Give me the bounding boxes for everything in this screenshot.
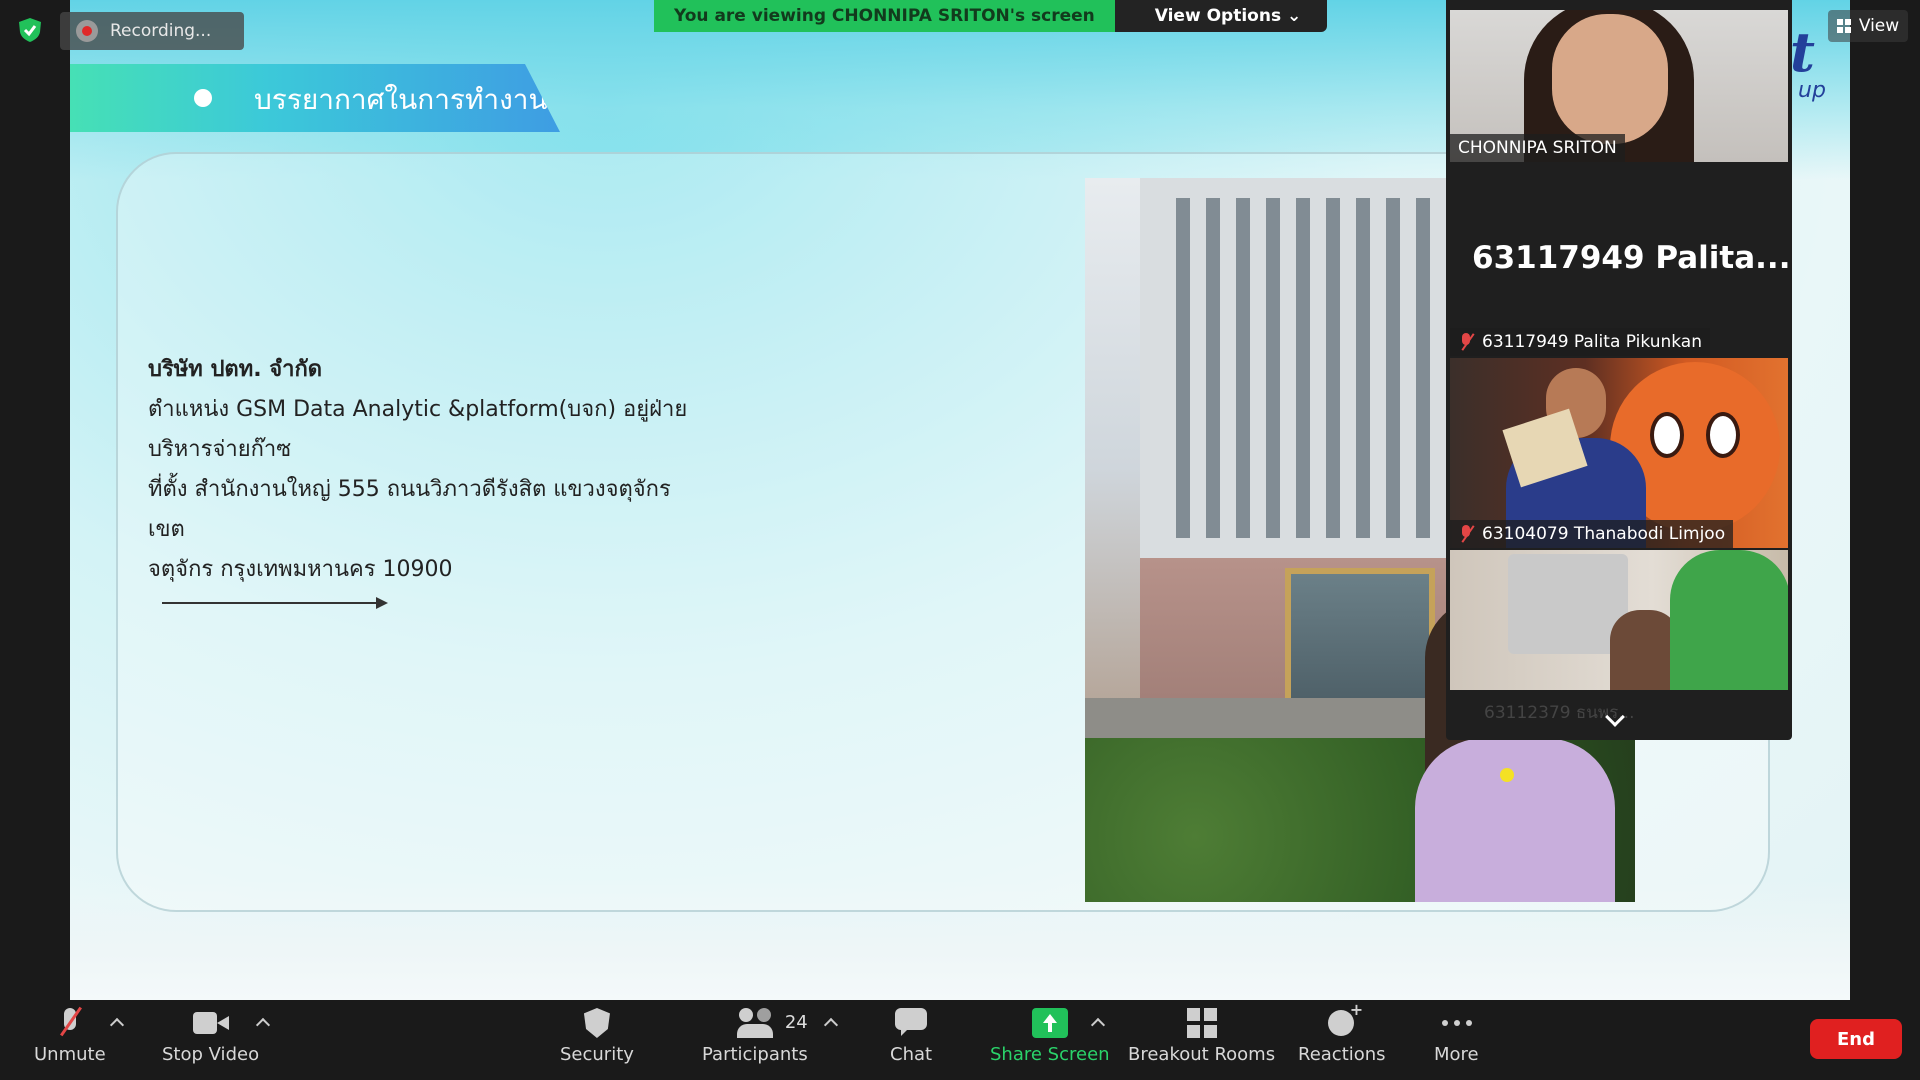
participant-display-name: 63117949 Palita... [1472, 240, 1788, 276]
more-dots-icon [1438, 1008, 1474, 1038]
company-name: บริษัท ปตท. จำกัด [148, 357, 323, 382]
participant-name: 63104079 Thanabodi Limjoo [1450, 520, 1734, 548]
end-meeting-button[interactable]: End [1810, 1019, 1902, 1059]
arrow-line [162, 602, 378, 604]
position-line-2: บริหารจ่ายก๊าซ [148, 437, 292, 462]
mic-muted-icon [52, 1008, 88, 1038]
participants-options-caret-icon[interactable] [823, 1017, 839, 1033]
share-screen-icon [1031, 1008, 1068, 1038]
security-button[interactable]: Security [560, 1008, 634, 1065]
slide-header-text: บรรยากาศในการทำงาน [254, 83, 548, 116]
arrow-head-icon [376, 597, 388, 609]
participant-name: 63117949 Palita Pikunkan [1450, 328, 1710, 356]
breakout-rooms-button[interactable]: Breakout Rooms [1128, 1008, 1275, 1065]
unmute-button[interactable]: Unmute [34, 1008, 106, 1065]
grid-icon [1836, 19, 1851, 33]
company-info: บริษัท ปตท. จำกัด ตำแหน่ง GSM Data Analy… [148, 350, 708, 590]
shield-check-icon[interactable] [16, 16, 44, 44]
location-line-1: ที่ตั้ง สำนักงานใหญ่ 555 ถนนวิภาวดีรังสิ… [148, 477, 671, 542]
bullet-dot [194, 89, 212, 107]
view-options-button[interactable]: View Options ⌄ [1114, 0, 1328, 32]
brand-logo: t [1790, 20, 1815, 84]
brand-logo-sub: up [1798, 78, 1826, 103]
reactions-icon [1324, 1000, 1363, 1038]
video-tile-chonnipa[interactable]: CHONNIPA SRITON [1450, 10, 1788, 162]
audio-options-caret-icon[interactable] [109, 1017, 125, 1033]
position-role: GSM Data Analytic &platform(บจก) [236, 397, 617, 422]
position-line: ตำแหน่ง GSM Data Analytic &platform(บจก)… [148, 397, 688, 422]
mic-muted-icon [1458, 525, 1474, 543]
chat-button[interactable]: Chat [890, 1008, 932, 1065]
recording-indicator[interactable]: Recording... [60, 12, 244, 50]
viewing-banner: You are viewing CHONNIPA SRITON's screen… [654, 0, 1328, 32]
record-icon [76, 20, 98, 42]
breakout-rooms-icon [1184, 1008, 1220, 1038]
chevron-down-icon: ⌄ [1287, 6, 1302, 26]
share-screen-button[interactable]: Share Screen [990, 1008, 1110, 1065]
meeting-toolbar: Unmute Stop Video Security 24 Participan… [0, 1000, 1920, 1080]
zoom-window: บรรยากาศในการทำงาน บริษัท ปตท. จำกัด ตำแ… [0, 0, 1920, 1080]
view-button[interactable]: View [1828, 10, 1908, 42]
participant-name: CHONNIPA SRITON [1450, 134, 1625, 162]
chat-icon [893, 1008, 929, 1038]
participants-count: 24 [784, 1012, 808, 1033]
more-button[interactable]: More [1434, 1008, 1479, 1065]
slide-header-banner: บรรยากาศในการทำงาน [70, 64, 560, 132]
location-line-2: จตุจักร กรุงเทพมหานคร 10900 [148, 557, 453, 582]
shield-icon [579, 1008, 615, 1038]
participants-button[interactable]: 24 Participants [702, 1008, 808, 1065]
reactions-button[interactable]: Reactions [1298, 1000, 1386, 1065]
stop-video-button[interactable]: Stop Video [162, 1008, 259, 1065]
video-gallery-panel: CHONNIPA SRITON 63117949 Palita... 63117… [1446, 0, 1792, 740]
camera-icon [192, 1008, 229, 1038]
participants-icon: 24 [736, 1008, 808, 1038]
viewing-text: You are viewing CHONNIPA SRITON's screen [654, 0, 1115, 32]
pointer-dot [1500, 768, 1514, 782]
mic-muted-icon [1458, 333, 1474, 351]
video-tile-thanabodi[interactable]: 63104079 Thanabodi Limjoo [1450, 358, 1788, 548]
recording-label: Recording... [110, 21, 212, 41]
video-tile-palita[interactable]: 63117949 Palita... 63117949 Palita Pikun… [1450, 166, 1788, 356]
